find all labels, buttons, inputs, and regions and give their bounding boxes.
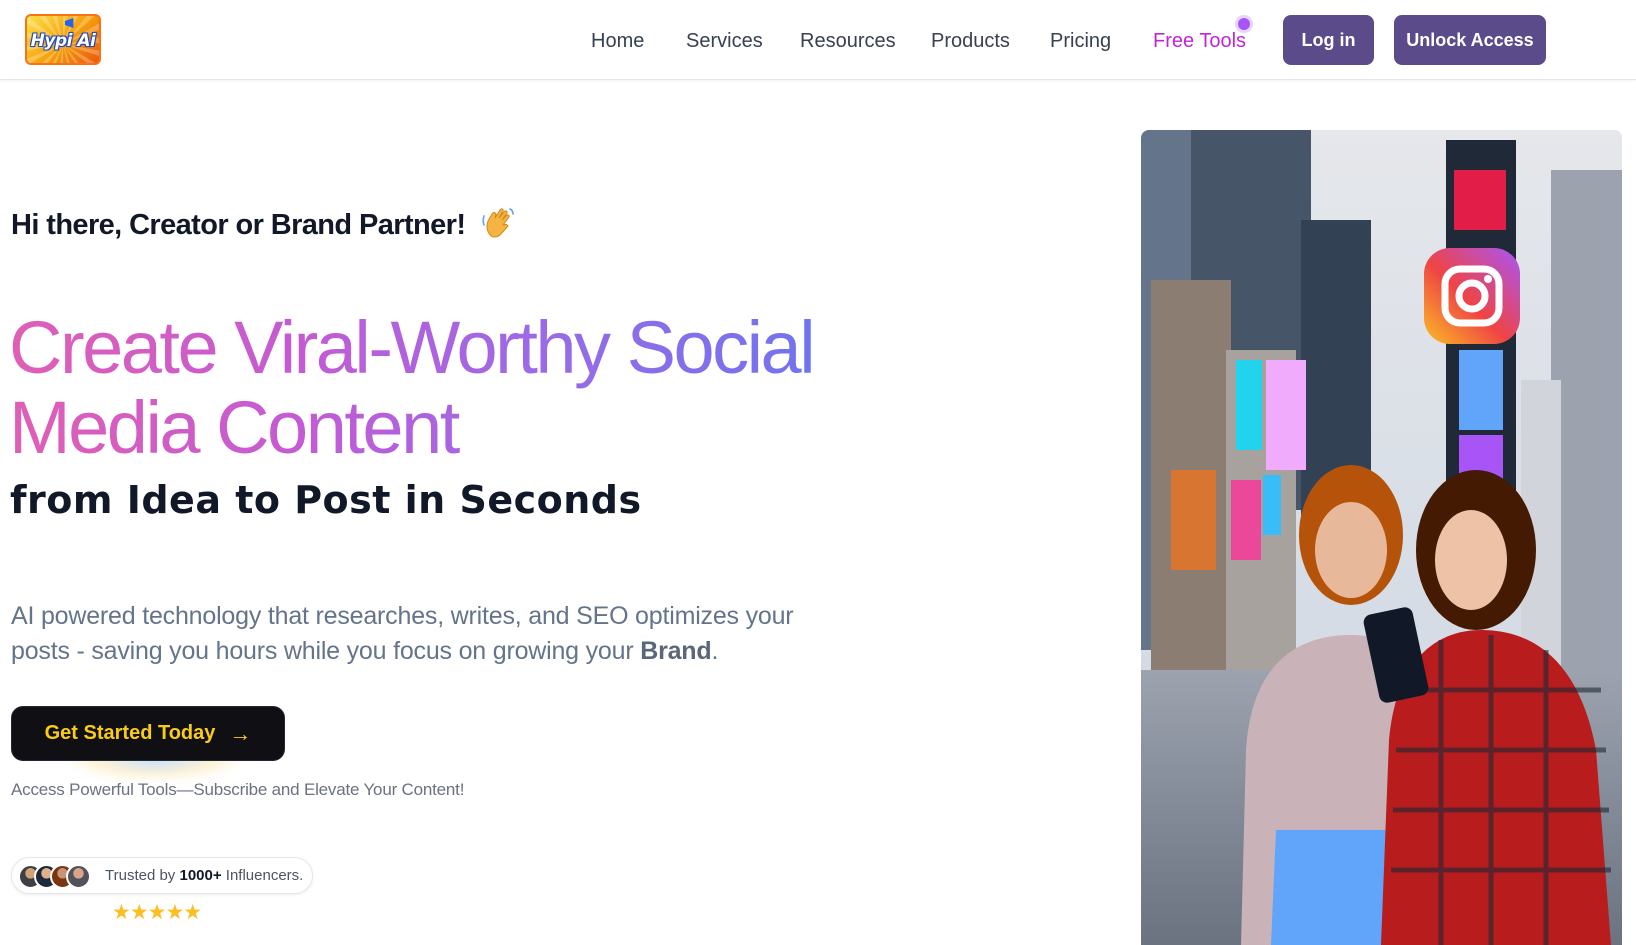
description-brand: Brand xyxy=(640,637,712,665)
hero-subheadline: from Idea to Post in Seconds xyxy=(10,478,642,522)
nav-resources[interactable]: Resources xyxy=(800,28,896,54)
cta-caption: Access Powerful Tools—Subscribe and Elev… xyxy=(11,780,465,799)
hero-image xyxy=(1141,130,1622,945)
trust-text: Trusted by 1000+ Influencers. xyxy=(105,867,303,884)
trust-badge: Trusted by 1000+ Influencers. xyxy=(11,857,313,894)
waving-hand-icon xyxy=(482,208,514,238)
login-button[interactable]: Log in xyxy=(1283,15,1374,65)
hero-illustration xyxy=(1141,130,1622,945)
nav-pricing[interactable]: Pricing xyxy=(1050,28,1111,54)
hero-headline: Create Viral-Worthy Social Media Content xyxy=(9,308,829,468)
get-started-label: Get Started Today xyxy=(44,722,216,744)
greeting: Hi there, Creator or Brand Partner! xyxy=(11,206,515,242)
hero-description: AI powered technology that researches, w… xyxy=(11,599,841,669)
site-header: Hypi Ai Home Services Resources Products… xyxy=(0,0,1636,80)
main-nav: Home Services Resources Products Pricing… xyxy=(0,0,1636,80)
star-rating: ★★★★★ xyxy=(112,901,202,924)
nav-products[interactable]: Products xyxy=(931,28,1010,54)
trust-suffix: Influencers. xyxy=(221,867,304,884)
description-end: . xyxy=(711,637,719,665)
unlock-access-button[interactable]: Unlock Access xyxy=(1394,15,1546,65)
nav-free-tools[interactable]: Free Tools xyxy=(1153,28,1246,54)
trust-count: 1000+ xyxy=(179,867,222,884)
arrow-right-icon: → xyxy=(229,720,252,746)
greeting-text: Hi there, Creator or Brand Partner! xyxy=(11,209,466,241)
get-started-button[interactable]: Get Started Today → xyxy=(11,706,285,761)
avatar xyxy=(66,864,91,889)
nav-home[interactable]: Home xyxy=(591,28,644,54)
trust-prefix: Trusted by xyxy=(105,867,180,884)
avatar-group xyxy=(18,864,98,889)
new-indicator-dot xyxy=(1238,18,1250,30)
nav-services[interactable]: Services xyxy=(686,28,763,54)
